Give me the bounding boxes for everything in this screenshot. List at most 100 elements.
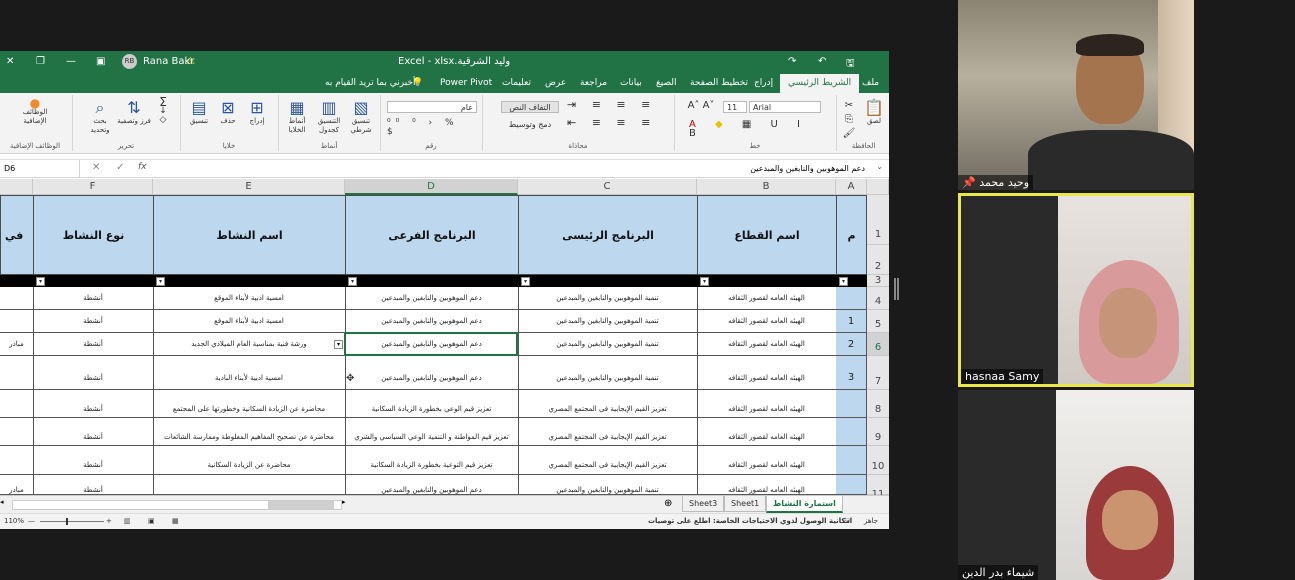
sheet-tab-sheet3[interactable]: Sheet3 — [682, 496, 725, 512]
participant-video-2[interactable]: hasnaa Samy — [958, 193, 1194, 387]
row-header-3[interactable]: 3 — [867, 275, 889, 287]
cell-type[interactable]: أنشطة — [33, 333, 154, 356]
cell-sub[interactable]: تعزيز قيم المواطنة و التنمية الوعي السيا… — [345, 418, 519, 446]
tab-data[interactable]: بيانات — [620, 78, 642, 88]
cell-num[interactable]: 1 — [836, 310, 867, 333]
sheet-tab-activity-form[interactable]: استمارة النشاط — [766, 496, 843, 513]
ribbon-display-icon[interactable]: ▣ — [96, 56, 105, 67]
panel-resize-handle-2[interactable] — [897, 278, 899, 300]
row-header-8[interactable]: 8 — [867, 390, 889, 418]
find-select-button[interactable]: ⌕ بحث وتحديد — [85, 99, 115, 135]
cell-num[interactable] — [836, 475, 867, 495]
header-cell-main-program[interactable]: البرنامج الرئيسى — [518, 195, 698, 275]
undo-icon[interactable]: ↶ — [818, 56, 826, 67]
cell-type[interactable]: أنشطة — [33, 310, 154, 333]
font-size-buttons[interactable]: A˄ A˅ — [681, 101, 721, 111]
normal-view-icon[interactable]: ▦ — [172, 517, 179, 525]
cell-sector[interactable]: الهيئه العامه لقصور الثقافه — [697, 390, 837, 418]
cell-sub[interactable]: دعم الموهوبين والنابغين والمبدعين — [345, 475, 519, 495]
cell-type[interactable]: أنشطة — [33, 475, 154, 495]
row-header-7[interactable]: 7 — [867, 356, 889, 390]
align-top-icons[interactable]: ⇥ ≡ ≡ ≡ — [567, 99, 667, 110]
number-format-select[interactable]: عام — [387, 101, 477, 113]
cell-sub[interactable]: دعم الموهوبين والنابغين والمبدعين — [345, 333, 519, 356]
cell-activity[interactable]: محاضرة عن تصحيح المفاهيم المغلوطة وممارس… — [153, 418, 346, 446]
merge-center-button[interactable]: دمج وتوسيط — [501, 119, 559, 131]
page-layout-view-icon[interactable]: ▣ — [148, 517, 155, 525]
cell-main[interactable]: تنمية الموهوبين والنابغين والمبدعين — [518, 287, 698, 310]
cell-activity[interactable]: امسية ادبية لأبناء الموقع — [153, 287, 346, 310]
row-header-5[interactable]: 5 — [867, 310, 889, 333]
cell-num[interactable]: 3 — [836, 356, 867, 390]
sort-filter-button[interactable]: ⇅ فرز وتصفية — [117, 99, 151, 126]
add-sheet-icon[interactable]: ⊕ — [664, 498, 672, 509]
clear-icon[interactable]: ◇ — [155, 116, 171, 125]
hscroll-left-icon[interactable]: ◂ — [0, 498, 4, 506]
clipboard-small-buttons[interactable]: ✂ ⎘ 🖌 — [841, 99, 857, 141]
redo-icon[interactable]: ↷ — [788, 56, 796, 67]
row-header-2[interactable]: 2 — [867, 245, 889, 275]
cell-sector[interactable]: الهيئه العامه لقصور الثقافه — [697, 475, 837, 495]
cell-sector[interactable]: الهيئه العامه لقصور الثقافه — [697, 287, 837, 310]
hscroll-thumb[interactable] — [268, 501, 334, 509]
function-icon[interactable]: fx — [138, 162, 147, 172]
cell-type[interactable]: أنشطة — [33, 287, 154, 310]
cell-activity[interactable]: امسية ادبية لأبناء البادية — [153, 356, 346, 390]
filter-dropdown-a[interactable]: ▾ — [839, 277, 848, 286]
wrap-text-button[interactable]: التفاف النص — [501, 101, 559, 113]
minimize-icon[interactable]: — — [66, 56, 76, 67]
cell-sector[interactable]: الهيئه العامه لقصور الثقافه — [697, 356, 837, 390]
cancel-icon[interactable]: ✕ — [92, 162, 100, 173]
filter-dropdown-d[interactable]: ▾ — [348, 277, 357, 286]
cell-num[interactable] — [836, 446, 867, 475]
participant-video-3[interactable]: شيماء بدر الدين — [958, 390, 1194, 580]
cell-partial[interactable] — [0, 418, 34, 446]
cell-num[interactable]: 2 — [836, 333, 867, 356]
number-format-buttons[interactable]: ⁰⁰ ⁰ › % $ — [387, 119, 477, 137]
header-cell-sector[interactable]: اسم القطاع — [697, 195, 837, 275]
row-header-4[interactable]: 4 — [867, 287, 889, 310]
cell-sector[interactable]: الهيئه العامه لقصور الثقافه — [697, 418, 837, 446]
font-size-select[interactable]: 11 — [723, 101, 747, 113]
cell-main[interactable]: تنمية الموهوبين والنابغين والمبدعين — [518, 310, 698, 333]
tab-power-pivot[interactable]: Power Pivot — [440, 78, 492, 88]
cell-num[interactable] — [836, 390, 867, 418]
cell-sub[interactable]: دعم الموهوبين والنابغين والمبدعين — [345, 287, 519, 310]
cell-main[interactable]: تنمية الموهوبين والنابغين والمبدعين — [518, 356, 698, 390]
font-style-buttons[interactable]: A ◆ ▦ U I B — [689, 120, 829, 139]
tab-page-layout[interactable]: تخطيط الصفحة — [690, 78, 748, 88]
page-break-view-icon[interactable]: ▥ — [124, 517, 131, 525]
row-header-10[interactable]: 10 — [867, 446, 889, 475]
cell-activity[interactable]: ورشة فنية بمناسبة العام الميلادي الجديد — [153, 333, 346, 356]
filter-dropdown-c[interactable]: ▾ — [521, 277, 530, 286]
cell-sector[interactable]: الهيئه العامه لقصور الثقافه — [697, 333, 837, 356]
cell-sub[interactable]: دعم الموهوبين والنابغين والمبدعين — [345, 356, 519, 390]
cell-sub[interactable]: دعم الموهوبين والنابغين والمبدعين — [345, 310, 519, 333]
participant-video-1[interactable]: 📌 وحيد محمد — [958, 0, 1194, 190]
insert-button[interactable]: ⊞ إدراج — [243, 99, 271, 126]
format-as-table-button[interactable]: ▥ التنسيق كجدول — [313, 99, 345, 135]
zoom-level[interactable]: 110% — [4, 517, 24, 525]
expand-formula-icon[interactable]: ⌄ — [876, 162, 883, 171]
filter-dropdown-b[interactable]: ▾ — [700, 277, 709, 286]
hscroll-right-icon[interactable]: ▸ — [342, 498, 346, 506]
column-header-a[interactable]: A — [836, 179, 867, 195]
align-horizontal-icons[interactable]: ⇤ ≡ ≡ ≡ — [567, 117, 667, 128]
cell-activity[interactable] — [153, 475, 346, 495]
tab-file[interactable]: ملف — [862, 78, 879, 88]
zoom-in-icon[interactable]: + — [106, 517, 112, 525]
worksheet-grid[interactable]: F E D C B A في نوع النشاط اسم النشاط الب… — [0, 179, 889, 495]
cell-num[interactable] — [836, 418, 867, 446]
cell-main[interactable]: تنمية الموهوبين والنابغين والمبدعين — [518, 333, 698, 356]
cell-type[interactable]: أنشطة — [33, 418, 154, 446]
zoom-out-icon[interactable]: — — [28, 517, 35, 525]
cell-partial[interactable] — [0, 356, 34, 390]
accessibility-status[interactable]: امكانية الوصول لذوي الاحتياجات الخاصة: ا… — [648, 517, 852, 525]
header-cell-activity-type[interactable]: نوع النشاط — [33, 195, 154, 275]
horizontal-scrollbar[interactable] — [12, 500, 342, 510]
column-header-c[interactable]: C — [518, 179, 697, 195]
cell-type[interactable]: أنشطة — [33, 356, 154, 390]
confirm-icon[interactable]: ✓ — [116, 162, 124, 173]
autosum-button[interactable]: Σ ↓ ◇ — [155, 96, 171, 125]
column-header-g[interactable] — [0, 179, 33, 195]
